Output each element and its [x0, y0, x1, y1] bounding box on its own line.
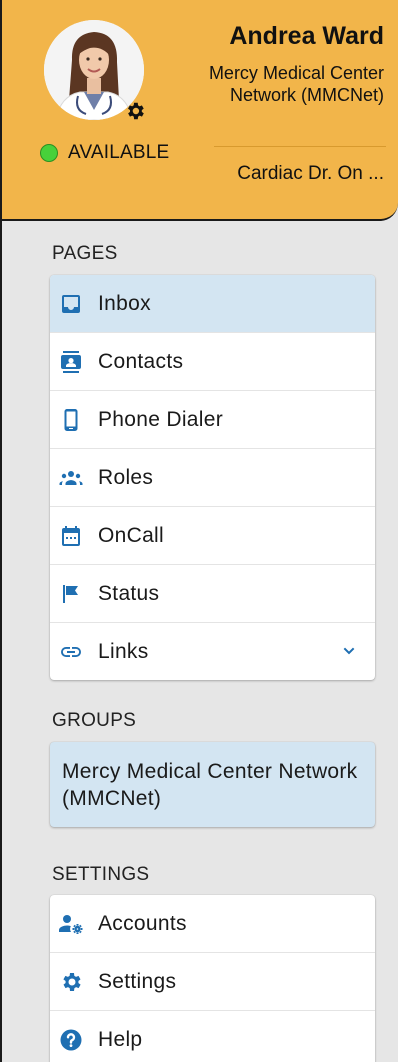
- menu-item-label: Links: [98, 639, 149, 663]
- menu-item-status[interactable]: Status: [50, 564, 375, 622]
- menu-item-label: Roles: [98, 465, 154, 489]
- link-icon: [57, 638, 85, 666]
- presence-status[interactable]: AVAILABLE: [40, 142, 169, 164]
- contacts-icon: [57, 348, 85, 376]
- menu-item-label: Settings: [98, 969, 177, 993]
- organization-name: Mercy Medical Center Network (MMCNet): [208, 63, 384, 105]
- menu-item-label: Phone Dialer: [98, 407, 224, 431]
- inbox-icon: [57, 290, 85, 318]
- menu-item-label: Accounts: [98, 911, 187, 935]
- navigation-drawer: AVAILABLE Andrea Ward Mercy Medical Cent…: [0, 0, 398, 1062]
- menu-item-contacts[interactable]: Contacts: [50, 332, 375, 390]
- accounts-icon: [57, 910, 85, 938]
- calendar-icon: [57, 522, 85, 550]
- group-item-mmcnet[interactable]: Mercy Medical Center Network (MMCNet): [50, 742, 375, 827]
- phone-icon: [57, 406, 85, 434]
- settings-menu: Accounts Settings Help: [50, 895, 375, 1062]
- help-icon: [57, 1026, 85, 1054]
- menu-item-help[interactable]: Help: [50, 1010, 375, 1062]
- roles-icon: [57, 464, 85, 492]
- menu-item-roles[interactable]: Roles: [50, 448, 375, 506]
- presence-indicator: [40, 144, 58, 162]
- flag-icon: [57, 580, 85, 608]
- menu-item-accounts[interactable]: Accounts: [50, 895, 375, 952]
- pages-heading: PAGES: [52, 243, 118, 264]
- profile-header: AVAILABLE Andrea Ward Mercy Medical Cent…: [2, 0, 398, 221]
- menu-item-label: Contacts: [98, 349, 184, 373]
- menu-item-label: Help: [98, 1027, 143, 1051]
- profile-settings-gear-icon[interactable]: [124, 100, 146, 122]
- chevron-down-icon[interactable]: [341, 643, 357, 659]
- menu-item-inbox[interactable]: Inbox: [50, 275, 375, 332]
- pages-menu: Inbox Contacts Phone Dialer Roles OnCall: [50, 275, 375, 680]
- presence-label: AVAILABLE: [68, 142, 170, 163]
- menu-item-phone-dialer[interactable]: Phone Dialer: [50, 390, 375, 448]
- avatar-container[interactable]: [44, 20, 144, 120]
- current-role[interactable]: Cardiac Dr. On ...: [194, 163, 384, 185]
- groups-heading: GROUPS: [52, 710, 137, 731]
- header-divider: [214, 146, 386, 147]
- menu-item-oncall[interactable]: OnCall: [50, 506, 375, 564]
- settings-heading: SETTINGS: [52, 864, 150, 885]
- gear-icon: [57, 968, 85, 996]
- group-label: Mercy Medical Center Network (MMCNet): [62, 760, 358, 810]
- menu-item-settings[interactable]: Settings: [50, 952, 375, 1010]
- menu-item-label: OnCall: [98, 523, 164, 547]
- user-name: Andrea Ward: [229, 22, 384, 50]
- menu-item-label: Inbox: [98, 291, 151, 315]
- menu-item-label: Status: [98, 581, 160, 605]
- menu-item-links[interactable]: Links: [50, 622, 375, 680]
